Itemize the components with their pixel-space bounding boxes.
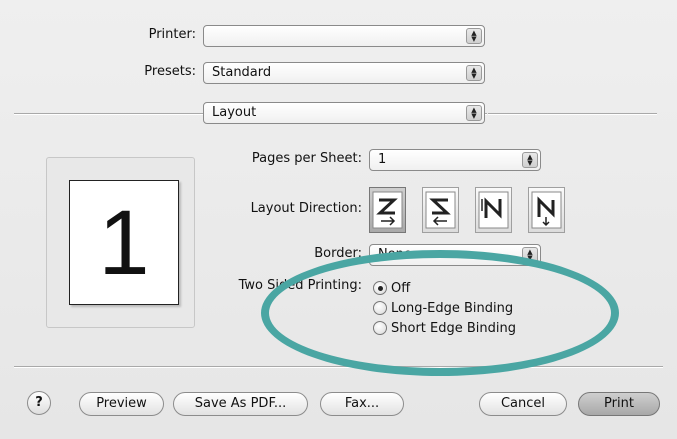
printer-popup[interactable]: ▲ ▼ (203, 25, 485, 47)
two-sided-printing-label: Two Sided Printing: (238, 278, 362, 293)
popup-arrows-icon: ▲ ▼ (466, 28, 482, 44)
preview-page: 1 (69, 180, 179, 305)
print-button[interactable]: Print (578, 392, 660, 416)
popup-arrows-icon: ▲ ▼ (522, 152, 538, 168)
n-order-icon (478, 191, 509, 229)
printer-label: Printer: (148, 27, 196, 42)
panel-value: Layout (212, 105, 257, 120)
two-sided-short-edge-label: Short Edge Binding (391, 320, 516, 336)
panel-popup[interactable]: Layout ▲ ▼ (203, 102, 485, 124)
presets-value: Standard (212, 65, 272, 80)
border-popup[interactable]: None ▲ ▼ (369, 244, 541, 266)
radio-button[interactable] (373, 301, 387, 315)
fax-button[interactable]: Fax... (320, 392, 404, 416)
reverse-n-order-icon (531, 191, 562, 229)
help-button[interactable]: ? (27, 391, 51, 415)
popup-arrows-icon: ▲ ▼ (522, 247, 538, 263)
layout-direction-n-button[interactable] (475, 187, 512, 233)
two-sided-short-edge-option[interactable]: Short Edge Binding (373, 319, 516, 337)
separator-right (488, 113, 657, 114)
bottom-separator (14, 366, 663, 367)
radio-button[interactable] (373, 321, 387, 335)
popup-arrows-icon: ▲ ▼ (466, 65, 482, 81)
border-value: None (378, 247, 412, 262)
print-dialog: Printer: ▲ ▼ Presets: Standard ▲ ▼ Layout … (0, 0, 677, 439)
presets-popup[interactable]: Standard ▲ ▼ (203, 62, 485, 84)
reverse-z-order-icon (425, 191, 456, 229)
border-label: Border: (314, 246, 362, 261)
layout-direction-z-button[interactable] (369, 187, 406, 233)
popup-arrows-icon: ▲ ▼ (466, 105, 482, 121)
layout-direction-reverse-n-button[interactable] (528, 187, 565, 233)
pages-per-sheet-label: Pages per Sheet: (251, 151, 362, 166)
presets-label: Presets: (144, 64, 196, 79)
preview-page-number: 1 (98, 191, 150, 294)
preview-button[interactable]: Preview (79, 392, 164, 416)
cancel-button[interactable]: Cancel (479, 392, 567, 416)
pages-per-sheet-value: 1 (378, 152, 387, 167)
two-sided-off-label: Off (391, 280, 411, 296)
two-sided-long-edge-label: Long-Edge Binding (391, 300, 514, 316)
layout-direction-reverse-z-button[interactable] (422, 187, 459, 233)
layout-direction-label: Layout Direction: (250, 201, 362, 216)
two-sided-off-option[interactable]: Off (373, 279, 410, 297)
save-as-pdf-button[interactable]: Save As PDF... (173, 392, 308, 416)
two-sided-long-edge-option[interactable]: Long-Edge Binding (373, 299, 513, 317)
z-order-icon (372, 191, 403, 229)
pages-per-sheet-popup[interactable]: 1 ▲ ▼ (369, 149, 541, 171)
radio-button-checked[interactable] (373, 281, 387, 295)
